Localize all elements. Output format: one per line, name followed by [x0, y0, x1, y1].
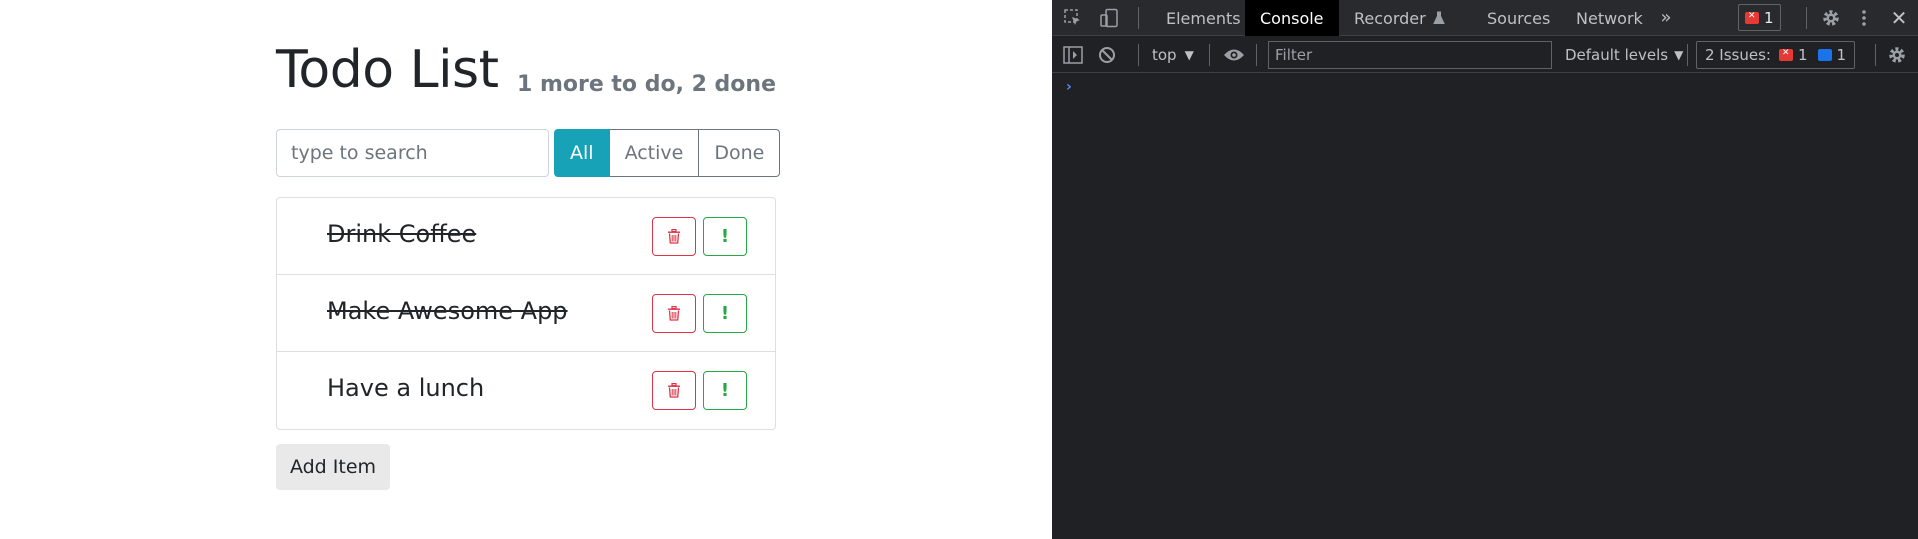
issues-error-count: 1 — [1797, 46, 1808, 64]
mark-important-button[interactable]: ! — [703, 294, 747, 333]
exclamation-icon: ! — [720, 380, 730, 401]
console-filter-input[interactable] — [1268, 41, 1552, 69]
toolbar-divider — [1256, 44, 1257, 66]
inspect-element-icon[interactable] — [1062, 7, 1084, 29]
toolbar-divider — [1138, 7, 1139, 29]
todo-label[interactable]: Have a lunch — [327, 374, 484, 402]
error-count-badge[interactable]: 1 — [1738, 4, 1781, 31]
sidebar-toggle-icon[interactable] — [1062, 44, 1084, 66]
dropdown-arrow-icon: ▼ — [1184, 48, 1194, 62]
trash-icon — [668, 229, 680, 244]
filter-all-button[interactable]: All — [554, 129, 610, 177]
todo-item: Have a lunch ! — [277, 352, 775, 429]
info-icon — [1817, 49, 1832, 61]
toolbar-divider — [1138, 44, 1139, 66]
todo-app: Todo List 1 more to do, 2 done All Activ… — [0, 0, 1052, 539]
device-toolbar-icon[interactable] — [1098, 7, 1120, 29]
trash-icon — [668, 306, 680, 321]
context-label: top — [1152, 46, 1177, 64]
gear-icon[interactable] — [1819, 6, 1843, 30]
devtools-panel: Elements Console Recorder Sources Networ… — [1052, 0, 1918, 539]
flask-icon — [1432, 11, 1445, 24]
toolbar-divider — [1209, 44, 1210, 66]
todo-label[interactable]: Make Awesome App — [327, 297, 568, 325]
clear-console-icon[interactable] — [1096, 44, 1118, 66]
tab-sources[interactable]: Sources — [1472, 0, 1565, 36]
issues-info-count: 1 — [1836, 46, 1847, 64]
kebab-menu-icon[interactable] — [1857, 6, 1871, 30]
delete-button[interactable] — [652, 371, 696, 410]
console-prompt[interactable]: › — [1066, 79, 1072, 95]
trash-icon — [668, 383, 680, 398]
devtools-tabbar: Elements Console Recorder Sources Networ… — [1052, 0, 1918, 36]
close-icon[interactable]: ✕ — [1888, 6, 1910, 30]
toolbar-divider — [1687, 44, 1688, 66]
more-tabs-icon[interactable]: » — [1656, 6, 1676, 28]
todo-label[interactable]: Drink Coffee — [327, 220, 476, 248]
page-title: Todo List — [276, 40, 499, 100]
tab-network[interactable]: Network — [1561, 0, 1658, 36]
context-selector[interactable]: top ▼ — [1152, 37, 1194, 73]
error-count: 1 — [1764, 8, 1774, 27]
delete-button[interactable] — [652, 294, 696, 333]
status-filter: All Active Done — [554, 129, 781, 177]
issues-label: 2 Issues: — [1705, 46, 1771, 64]
exclamation-icon: ! — [720, 303, 730, 324]
eye-icon[interactable] — [1221, 44, 1247, 66]
console-toolbar: top ▼ Default levels ▼ 2 Issues: 1 1 — [1052, 37, 1918, 73]
todo-counter: 1 more to do, 2 done — [516, 72, 776, 97]
mark-important-button[interactable]: ! — [703, 217, 747, 256]
todo-item: Drink Coffee ! — [277, 198, 775, 275]
todo-item: Make Awesome App ! — [277, 275, 775, 352]
exclamation-icon: ! — [720, 226, 730, 247]
tab-console[interactable]: Console — [1245, 0, 1339, 36]
error-icon — [1778, 48, 1793, 61]
tab-recorder[interactable]: Recorder — [1339, 0, 1461, 36]
search-input[interactable] — [276, 129, 549, 177]
toolbar-divider — [1806, 7, 1807, 29]
issues-button[interactable]: 2 Issues: 1 1 — [1696, 41, 1856, 69]
log-levels-dropdown[interactable]: Default levels ▼ — [1565, 37, 1683, 73]
dropdown-arrow-icon: ▼ — [1674, 48, 1684, 62]
tab-recorder-label: Recorder — [1354, 8, 1426, 28]
filter-done-button[interactable]: Done — [699, 129, 781, 177]
mark-important-button[interactable]: ! — [703, 371, 747, 410]
tab-elements[interactable]: Elements — [1151, 0, 1256, 36]
add-item-button[interactable]: Add Item — [276, 444, 390, 490]
filter-active-button[interactable]: Active — [609, 129, 700, 177]
app-header: Todo List 1 more to do, 2 done — [276, 40, 776, 102]
log-levels-label: Default levels — [1565, 46, 1669, 64]
console-settings-gear-icon[interactable] — [1885, 43, 1909, 67]
search-panel: All Active Done — [276, 129, 781, 177]
toolbar-divider — [1875, 44, 1876, 66]
error-icon — [1745, 11, 1759, 24]
todo-list: Drink Coffee ! Make Awesome App ! Have a… — [276, 197, 776, 430]
delete-button[interactable] — [652, 217, 696, 256]
